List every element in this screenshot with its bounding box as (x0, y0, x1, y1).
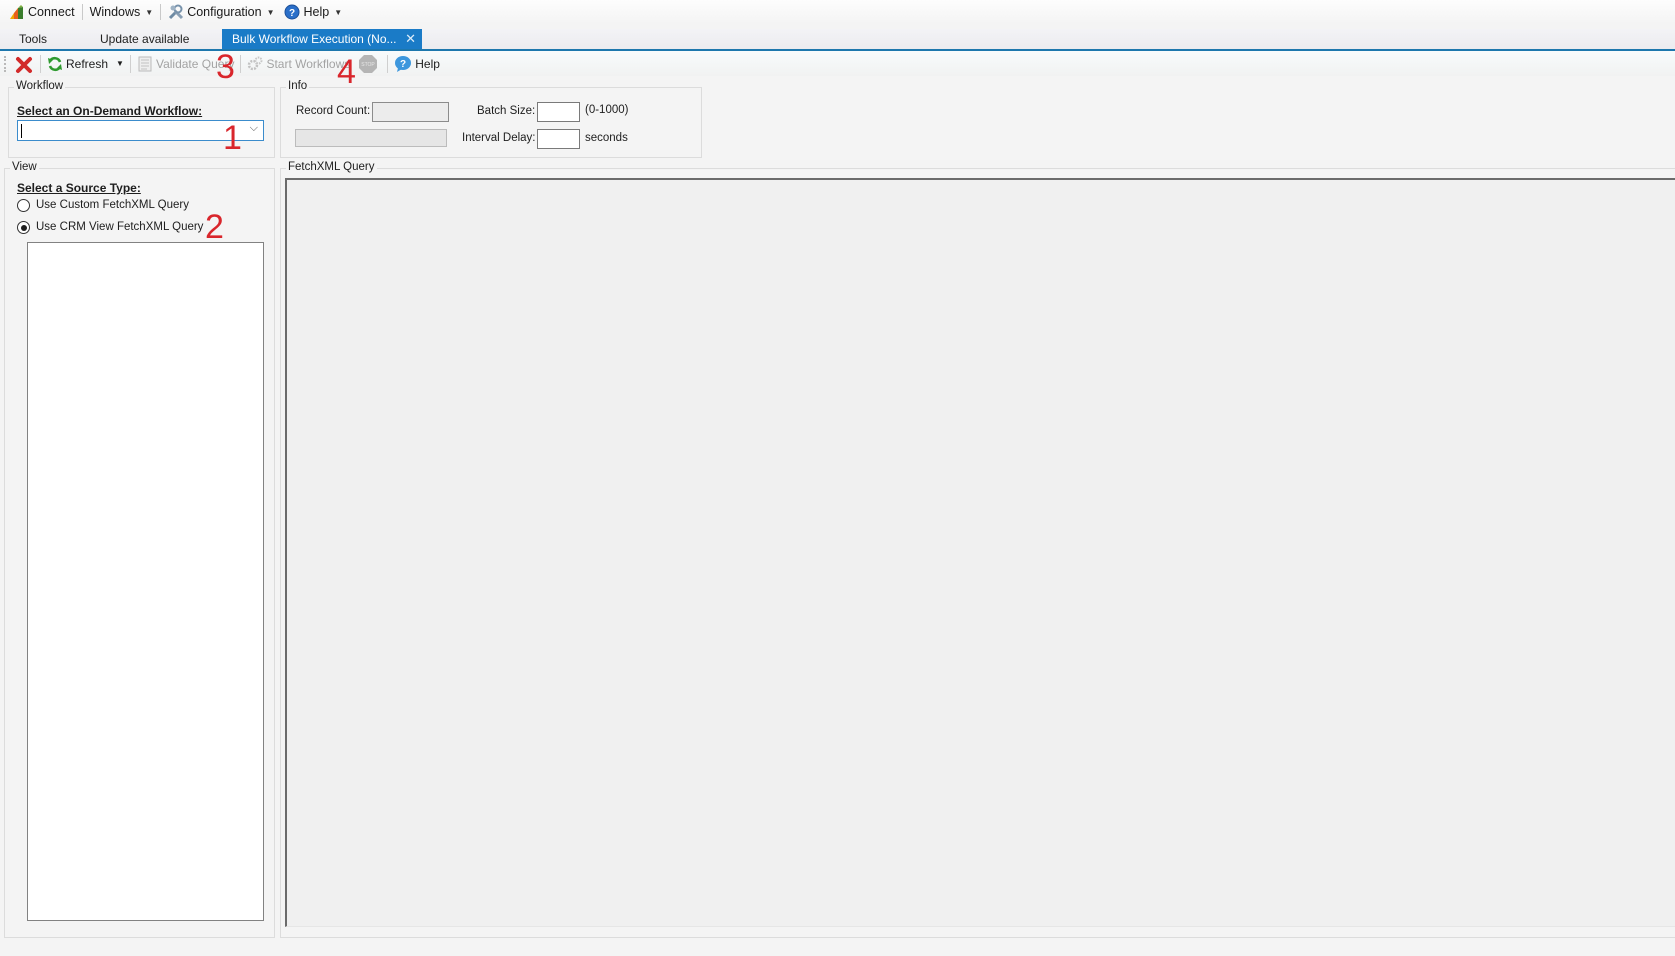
execution-progress-bar (295, 129, 447, 147)
annotation-3: 3 (216, 48, 235, 86)
menu-connect-label: Connect (28, 5, 75, 19)
caret-down-icon: ▼ (334, 7, 343, 17)
view-group-title: View (10, 161, 39, 173)
menu-bar: Connect Windows ▼ Configuration ▼ ? Help… (0, 0, 1675, 24)
red-x-icon (15, 56, 32, 73)
batch-size-hint: (0-1000) (585, 104, 629, 116)
tab-strip: Tools Update available Bulk Workflow Exe… (0, 29, 1675, 49)
close-tool-button[interactable] (11, 53, 38, 75)
radio-crm-view-fetchxml-button[interactable] (17, 221, 30, 234)
toolbar-separator (40, 54, 41, 73)
stop-sign-icon: STOP (358, 54, 378, 74)
info-group-title: Info (286, 80, 310, 92)
annotation-1: 1 (223, 119, 242, 157)
fetchxml-group-title: FetchXML Query (286, 161, 377, 173)
svg-text:?: ? (289, 8, 295, 19)
refresh-button[interactable]: Refresh ▼ (43, 53, 128, 75)
fetchxml-query-textarea[interactable] (285, 178, 1675, 927)
toolbar-grip[interactable] (4, 55, 7, 72)
menu-windows[interactable]: Windows ▼ (85, 1, 159, 23)
menu-configuration[interactable]: Configuration ▼ (163, 1, 279, 23)
crm-views-list[interactable] (27, 242, 264, 921)
source-type-prompt-label: Select a Source Type: (17, 181, 141, 195)
menu-separator (160, 4, 162, 20)
menu-separator (81, 4, 83, 20)
caret-down-icon: ▼ (266, 7, 275, 17)
help-button[interactable]: ? Help (390, 53, 444, 75)
help-icon: ? (284, 4, 300, 20)
toolbar-separator (387, 54, 389, 73)
refresh-icon (47, 56, 63, 72)
caret-down-icon[interactable]: ▼ (116, 59, 124, 68)
workflow-group-title: Workflow (14, 80, 66, 92)
gears-icon (247, 56, 263, 72)
chevron-down-icon[interactable]: ⌵ (250, 122, 258, 135)
stop-button[interactable]: STOP (354, 53, 385, 75)
record-count-label: Record Count: (296, 105, 371, 117)
toolbar: Refresh ▼ Validate Query Start Workflows… (0, 51, 1675, 76)
record-count-field (372, 102, 449, 122)
svg-text:STOP: STOP (361, 62, 375, 68)
toolbar-separator (240, 54, 242, 73)
help-label: Help (415, 56, 440, 71)
info-group: Info Record Count: Batch Size: (0-1000) … (280, 80, 702, 158)
batch-size-label: Batch Size: (477, 105, 536, 117)
tab-bulk-workflow-execution[interactable]: Bulk Workflow Execution (No... ✕ (222, 29, 422, 49)
help-bubble-icon: ? (394, 55, 412, 73)
toolbar-separator (129, 54, 131, 73)
close-icon[interactable]: ✕ (405, 29, 416, 49)
document-list-icon (137, 56, 153, 72)
batch-size-input[interactable] (537, 102, 580, 122)
radio-custom-fetchxml-button[interactable] (17, 199, 30, 212)
fetchxml-group: FetchXML Query (280, 161, 1675, 938)
interval-delay-unit: seconds (585, 132, 628, 144)
menu-configuration-label: Configuration (187, 5, 262, 19)
crm-logo-icon (9, 4, 25, 20)
annotation-2: 2 (205, 208, 224, 246)
menu-help[interactable]: ? Help ▼ (279, 1, 347, 23)
caret-down-icon: ▼ (145, 7, 154, 17)
annotation-4: 4 (337, 53, 356, 91)
text-cursor (21, 124, 22, 138)
radio-custom-fetchxml-label[interactable]: Use Custom FetchXML Query (36, 199, 189, 211)
view-group: View Select a Source Type: Use Custom Fe… (4, 161, 275, 938)
radio-crm-view-fetchxml-label[interactable]: Use CRM View FetchXML Query (36, 221, 203, 233)
svg-text:?: ? (400, 59, 406, 70)
tab-update-available[interactable]: Update available (100, 29, 189, 49)
interval-delay-input[interactable] (537, 129, 580, 149)
tab-tools[interactable]: Tools (19, 29, 47, 49)
menu-connect[interactable]: Connect (4, 1, 80, 23)
interval-delay-label: Interval Delay: (462, 132, 536, 144)
menu-windows-label: Windows (89, 5, 141, 19)
tab-bulk-workflow-execution-label: Bulk Workflow Execution (No... (232, 32, 397, 46)
refresh-label: Refresh (66, 56, 109, 71)
tools-icon (168, 4, 184, 20)
menu-help-label: Help (303, 5, 330, 19)
workflow-prompt-label: Select an On-Demand Workflow: (17, 104, 203, 118)
